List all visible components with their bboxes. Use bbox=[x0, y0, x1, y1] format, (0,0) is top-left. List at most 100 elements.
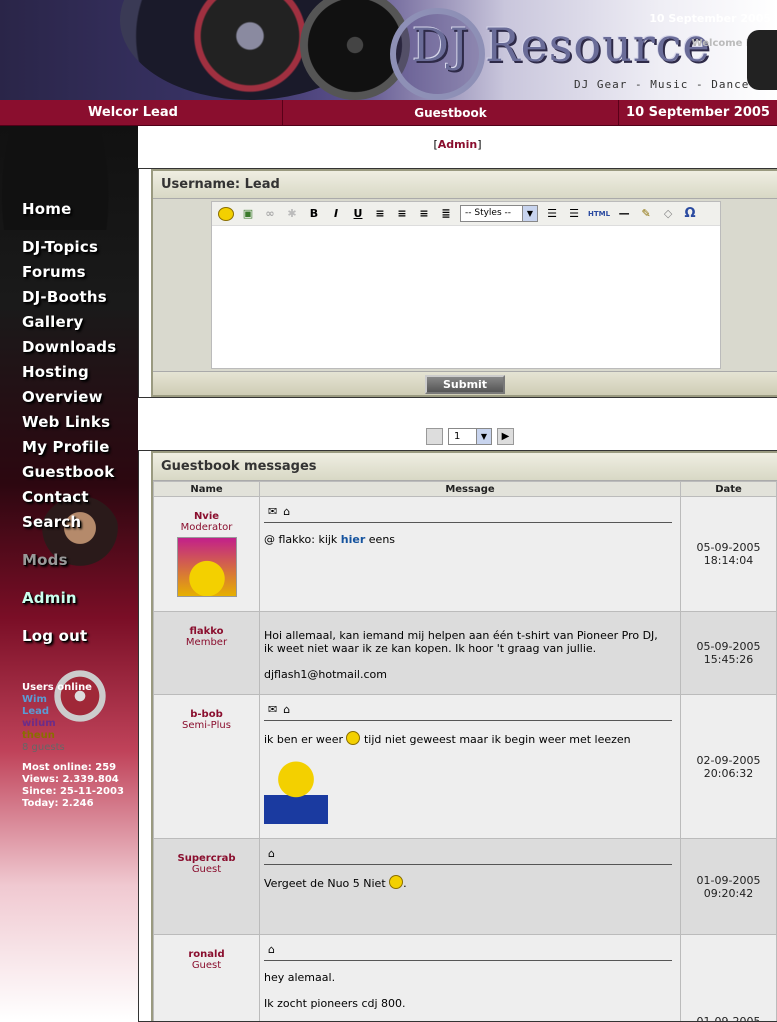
author-name[interactable]: Supercrab bbox=[154, 853, 259, 864]
next-page-button[interactable]: ▶ bbox=[497, 428, 514, 445]
author-name[interactable]: ronald bbox=[154, 949, 259, 960]
table-row: Nvie Moderator ✉ ⌂ @ flakko: kijk hier e… bbox=[154, 497, 777, 612]
align-center-icon[interactable]: ≡ bbox=[394, 207, 410, 220]
nav-dj-booths[interactable]: DJ-Booths bbox=[22, 288, 107, 306]
table-row: ronald Guest ⌂ hey alemaal. Ik zocht pio… bbox=[154, 935, 777, 1022]
message-date: 05-09-2005 bbox=[681, 640, 776, 653]
guestbook-form-panel: Username: Lead ▣ ∞ ✱ B I U ≡ ≡ ≡ ≣ -- St… bbox=[138, 168, 777, 398]
author-name[interactable]: flakko bbox=[154, 626, 259, 637]
online-user[interactable]: Lead bbox=[22, 706, 124, 718]
prev-page-button[interactable] bbox=[426, 428, 443, 445]
message-time: 09:20:42 bbox=[681, 887, 776, 900]
message-text: Vergeet de Nuo 5 Niet . bbox=[264, 875, 676, 890]
online-user[interactable]: theun bbox=[22, 730, 124, 742]
underline-icon[interactable]: U bbox=[350, 207, 366, 220]
nav-dj-topics[interactable]: DJ-Topics bbox=[22, 238, 98, 256]
since-date: Since: 25-11-2003 bbox=[22, 786, 124, 798]
mail-icon[interactable]: ✉ bbox=[268, 505, 277, 518]
author-name[interactable]: b-bob bbox=[154, 709, 259, 720]
align-right-icon[interactable]: ≡ bbox=[416, 207, 432, 220]
author-name[interactable]: Nvie bbox=[154, 511, 259, 522]
views-count: Views: 2.339.804 bbox=[22, 774, 124, 786]
section-title: Guestbook bbox=[283, 100, 619, 125]
page-number: 1 bbox=[454, 431, 460, 442]
online-user[interactable]: wilum bbox=[22, 718, 124, 730]
unlink-icon[interactable]: ✱ bbox=[284, 207, 300, 220]
nav-guestbook[interactable]: Guestbook bbox=[22, 463, 114, 481]
col-date: Date bbox=[681, 482, 777, 497]
message-time: 18:14:04 bbox=[681, 554, 776, 567]
message-link[interactable]: hier bbox=[341, 533, 366, 546]
form-title: Username: Lead bbox=[153, 171, 777, 199]
site-header: DJ Resource DJ Gear - Music - Dance 10 S… bbox=[0, 0, 777, 100]
main-content: [Admin] Username: Lead ▣ ∞ ✱ B I U ≡ ≡ ≡… bbox=[138, 126, 777, 1020]
avatar bbox=[177, 537, 237, 597]
nav-search[interactable]: Search bbox=[22, 513, 81, 531]
headphones-graphic bbox=[747, 30, 777, 90]
nav-gallery[interactable]: Gallery bbox=[22, 313, 83, 331]
home-icon[interactable]: ⌂ bbox=[283, 505, 290, 518]
eraser-icon[interactable]: ◇ bbox=[660, 207, 676, 220]
submit-button[interactable]: Submit bbox=[425, 375, 505, 394]
page-select[interactable]: 1▼ bbox=[448, 428, 492, 445]
admin-link-wrap: [Admin] bbox=[138, 138, 777, 151]
home-icon[interactable]: ⌂ bbox=[268, 847, 275, 860]
table-row: flakko Member Hoi allemaal, kan iemand m… bbox=[154, 612, 777, 695]
nav-mods[interactable]: Mods bbox=[22, 551, 68, 569]
col-name: Name bbox=[154, 482, 260, 497]
sidebar: Home DJ-Topics Forums DJ-Booths Gallery … bbox=[0, 126, 138, 1020]
nav-contact[interactable]: Contact bbox=[22, 488, 89, 506]
nav-home[interactable]: Home bbox=[22, 200, 71, 218]
message-editor[interactable]: ▣ ∞ ✱ B I U ≡ ≡ ≡ ≣ -- Styles -- ▼ ☰ ☰ HT… bbox=[211, 201, 721, 369]
online-user[interactable]: Wim bbox=[22, 694, 124, 706]
today-count: Today: 2.246 bbox=[22, 798, 124, 810]
messages-title: Guestbook messages bbox=[153, 453, 777, 481]
admin-link[interactable]: Admin bbox=[438, 138, 477, 151]
nav-my-profile[interactable]: My Profile bbox=[22, 438, 110, 456]
smiley-icon[interactable] bbox=[218, 207, 234, 221]
message-date: 02-09-2005 bbox=[681, 754, 776, 767]
link-icon[interactable]: ∞ bbox=[262, 207, 278, 220]
justify-icon[interactable]: ≣ bbox=[438, 207, 454, 220]
italic-icon[interactable]: I bbox=[328, 207, 344, 220]
nav-forums[interactable]: Forums bbox=[22, 263, 86, 281]
message-text: Hoi allemaal, kan iemand mij helpen aan … bbox=[264, 629, 676, 681]
author-role: Guest bbox=[154, 960, 259, 971]
bullet-list-icon[interactable]: ☰ bbox=[544, 207, 560, 220]
guest-count: 8 guests bbox=[22, 742, 124, 754]
nav-downloads[interactable]: Downloads bbox=[22, 338, 116, 356]
col-message: Message bbox=[260, 482, 681, 497]
editor-toolbar: ▣ ∞ ✱ B I U ≡ ≡ ≡ ≣ -- Styles -- ▼ ☰ ☰ HT… bbox=[212, 202, 720, 226]
author-role: Member bbox=[154, 637, 259, 648]
image-icon[interactable]: ▣ bbox=[240, 207, 256, 220]
smiley-icon bbox=[389, 875, 403, 889]
numbered-list-icon[interactable]: ☰ bbox=[566, 207, 582, 220]
omega-icon[interactable]: Ω bbox=[682, 206, 698, 221]
author-role: Moderator bbox=[154, 522, 259, 533]
most-online: Most online: 259 bbox=[22, 762, 124, 774]
message-text: @ flakko: kijk hier eens bbox=[264, 533, 676, 546]
align-left-icon[interactable]: ≡ bbox=[372, 207, 388, 220]
pagination: 1▼ ▶ bbox=[426, 428, 514, 445]
home-icon[interactable]: ⌂ bbox=[268, 943, 275, 956]
bold-icon[interactable]: B bbox=[306, 207, 322, 220]
home-icon[interactable]: ⌂ bbox=[283, 703, 290, 716]
styles-dropdown[interactable]: -- Styles -- ▼ bbox=[460, 205, 538, 222]
message-text: hey alemaal. Ik zocht pioneers cdj 800. bbox=[264, 971, 676, 1010]
nav-overview[interactable]: Overview bbox=[22, 388, 103, 406]
author-role: Guest bbox=[154, 864, 259, 875]
message-date: 05-09-2005 bbox=[681, 541, 776, 554]
chevron-down-icon: ▼ bbox=[522, 206, 537, 221]
nav-admin[interactable]: Admin bbox=[22, 589, 77, 607]
mail-icon[interactable]: ✉ bbox=[268, 703, 277, 716]
nav-log-out[interactable]: Log out bbox=[22, 627, 87, 645]
nav-hosting[interactable]: Hosting bbox=[22, 363, 89, 381]
html-icon[interactable]: HTML bbox=[588, 210, 610, 218]
message-date: 01-09-2005 bbox=[681, 874, 776, 887]
styles-label: -- Styles -- bbox=[465, 208, 511, 218]
brush-icon[interactable]: ✎ bbox=[638, 207, 654, 220]
nav-web-links[interactable]: Web Links bbox=[22, 413, 110, 431]
horizontal-rule-icon[interactable]: — bbox=[616, 207, 632, 220]
site-logo[interactable]: DJ Resource bbox=[412, 18, 711, 72]
author-role: Semi-Plus bbox=[154, 720, 259, 731]
